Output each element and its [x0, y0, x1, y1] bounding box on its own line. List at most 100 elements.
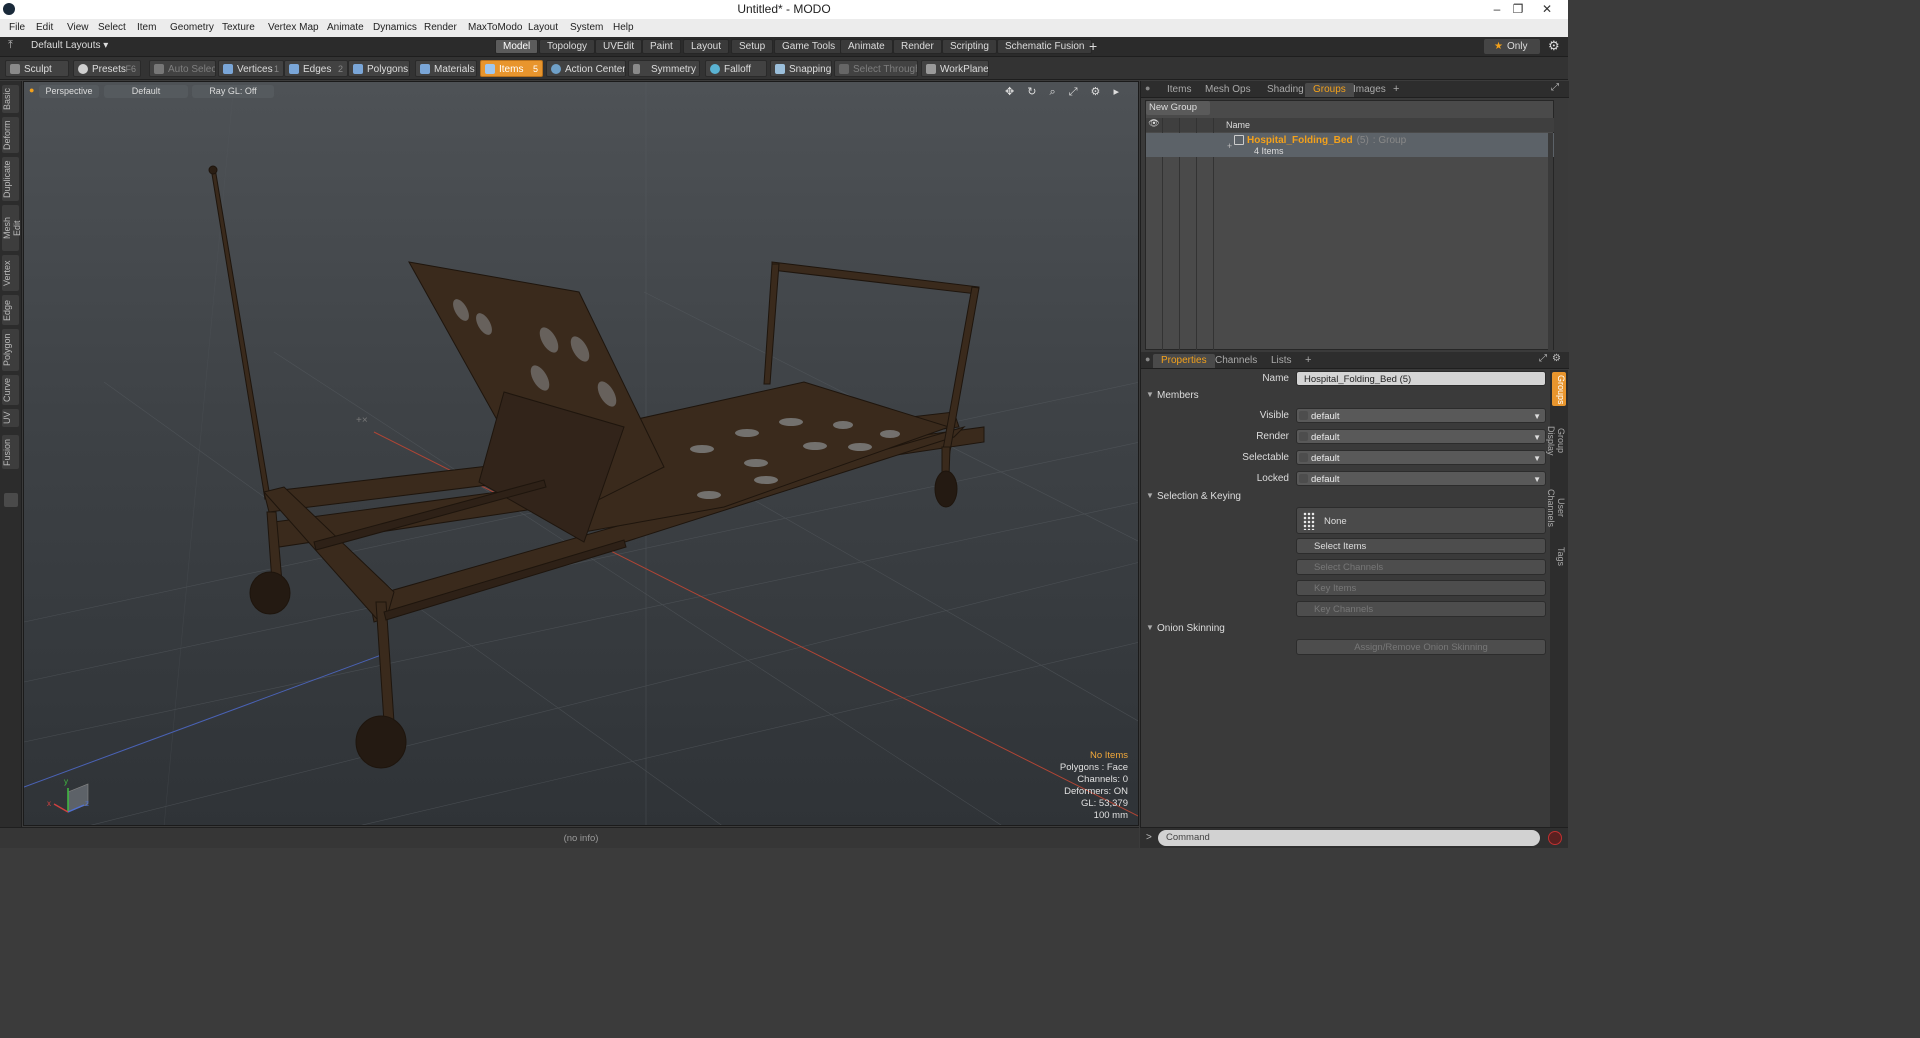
restore-button[interactable]: ❐: [1507, 1, 1529, 17]
layout-switch-icon[interactable]: ⤒: [8, 39, 13, 52]
workplane-button[interactable]: WorkPlane: [921, 60, 989, 77]
members-section[interactable]: ▼ Members: [1141, 390, 1551, 404]
tab-setup[interactable]: Setup: [731, 39, 774, 54]
key-channels-button[interactable]: Key Channels: [1296, 601, 1546, 617]
tab-scripting[interactable]: Scripting: [942, 39, 997, 54]
tab-animate[interactable]: Animate: [840, 39, 893, 54]
bottom-panel-gear-icon[interactable]: ⚙: [1552, 353, 1561, 364]
select-items-button[interactable]: Select Items: [1296, 538, 1546, 554]
menu-system[interactable]: System: [570, 22, 603, 33]
side-tab-tags[interactable]: Tags: [1552, 544, 1566, 570]
locked-dropdown[interactable]: default ▼: [1296, 471, 1546, 486]
view-mode-dropdown[interactable]: Perspective: [39, 85, 99, 98]
viewport-nav-icons[interactable]: ✥ ↻ ⌕ ⤢ ⚙ ▸: [1005, 85, 1124, 99]
shading-dropdown[interactable]: Default: [104, 85, 188, 98]
command-input[interactable]: Command: [1158, 830, 1540, 846]
select-channels-button[interactable]: Select Channels: [1296, 559, 1546, 575]
polygons-button[interactable]: Polygons: [348, 60, 410, 77]
name-input[interactable]: Hospital_Folding_Bed (5): [1296, 371, 1546, 386]
tab-shading[interactable]: Shading: [1259, 83, 1312, 97]
menu-animate[interactable]: Animate: [327, 22, 364, 33]
tab-duplicate[interactable]: Duplicate: [2, 157, 19, 201]
none-selection-button[interactable]: None: [1296, 507, 1546, 534]
snapping-button[interactable]: Snapping: [770, 60, 832, 77]
menu-edit[interactable]: Edit: [36, 22, 53, 33]
falloff-button[interactable]: Falloff: [705, 60, 767, 77]
tab-edge[interactable]: Edge: [2, 295, 19, 325]
group-row[interactable]: + Hospital_Folding_Bed (5): Group 4 Items: [1146, 133, 1554, 157]
select-through-button[interactable]: Select Through: [834, 60, 918, 77]
tab-paint[interactable]: Paint: [642, 39, 681, 54]
raygl-toggle[interactable]: Ray GL: Off: [192, 85, 274, 98]
record-macro-icon[interactable]: [1548, 831, 1562, 845]
expand-plus-icon[interactable]: +: [1227, 141, 1232, 151]
menu-item[interactable]: Item: [137, 22, 156, 33]
tab-vertex[interactable]: Vertex: [2, 255, 19, 291]
side-tab-user-channels[interactable]: User Channels: [1546, 476, 1566, 540]
tab-schematic-fusion[interactable]: Schematic Fusion: [997, 39, 1093, 54]
tab-channels[interactable]: Channels: [1207, 354, 1265, 368]
symmetry-button[interactable]: Symmetry: [628, 60, 700, 77]
menu-dynamics[interactable]: Dynamics: [373, 22, 417, 33]
tab-mesh-edit[interactable]: Mesh Edit: [2, 205, 22, 251]
tab-properties[interactable]: Properties: [1153, 354, 1215, 368]
menu-vertex-map[interactable]: Vertex Map: [268, 22, 319, 33]
tab-polygon[interactable]: Polygon: [2, 329, 19, 371]
assign-onion-skinning-button[interactable]: Assign/Remove Onion Skinning: [1296, 639, 1546, 655]
tab-topology[interactable]: Topology: [539, 39, 596, 54]
menu-select[interactable]: Select: [98, 22, 126, 33]
tab-fusion[interactable]: Fusion: [2, 435, 19, 469]
menu-view[interactable]: View: [67, 22, 89, 33]
new-group-button[interactable]: New Group: [1146, 101, 1210, 115]
side-tab-group-display[interactable]: Group Display: [1546, 410, 1566, 472]
menu-texture[interactable]: Texture: [222, 22, 255, 33]
tab-layout[interactable]: Layout: [683, 39, 730, 54]
presets-button[interactable]: Presets F6: [73, 60, 141, 77]
expand-bottom-panel-icon[interactable]: ⤢: [1539, 353, 1547, 364]
tab-basic[interactable]: Basic: [2, 85, 19, 113]
default-layouts-dropdown[interactable]: Default Layouts ▾: [31, 40, 108, 51]
tab-images[interactable]: Images: [1345, 83, 1394, 97]
selectable-dropdown[interactable]: default ▼: [1296, 450, 1546, 465]
tab-items[interactable]: Items: [1159, 83, 1199, 97]
auto-select-button[interactable]: Auto Select: [149, 60, 216, 77]
tab-game-tools[interactable]: Game Tools: [774, 39, 844, 54]
expand-panel-icon[interactable]: ⤢: [1551, 82, 1559, 93]
tab-render[interactable]: Render: [893, 39, 942, 54]
tab-lists[interactable]: Lists: [1263, 354, 1300, 368]
bottom-panel-menu-icon[interactable]: ●: [1145, 354, 1150, 364]
tab-uvedit[interactable]: UVEdit: [595, 39, 643, 54]
items-button[interactable]: Items 5: [480, 60, 543, 77]
close-button[interactable]: ✕: [1536, 1, 1558, 17]
selection-keying-section[interactable]: ▼ Selection & Keying: [1141, 491, 1551, 505]
tab-model[interactable]: Model: [495, 39, 539, 54]
panel-menu-icon[interactable]: ●: [1145, 83, 1150, 93]
sculpt-button[interactable]: Sculpt: [5, 60, 69, 77]
settings-gear-icon[interactable]: ⚙: [1548, 38, 1560, 54]
tab-uv[interactable]: UV: [2, 409, 19, 427]
3d-viewport[interactable]: +× y x z ● Perspective Default Ray GL: O…: [23, 81, 1139, 826]
menu-file[interactable]: File: [9, 22, 25, 33]
visible-dropdown[interactable]: default ▼: [1296, 408, 1546, 423]
vertices-button[interactable]: Vertices 1: [218, 60, 284, 77]
materials-button[interactable]: Materials: [415, 60, 477, 77]
tab-deform[interactable]: Deform: [2, 117, 19, 153]
add-bottom-tab-button[interactable]: +: [1305, 354, 1311, 366]
panel-toggle-button[interactable]: [4, 493, 18, 507]
menu-geometry[interactable]: Geometry: [170, 22, 214, 33]
edges-button[interactable]: Edges 2: [284, 60, 348, 77]
groups-scrollbar[interactable]: [1548, 133, 1553, 350]
menu-layout[interactable]: Layout: [528, 22, 558, 33]
menu-maxtomodo[interactable]: MaxToModo: [468, 22, 522, 33]
tab-curve[interactable]: Curve: [2, 375, 19, 405]
onion-skinning-section[interactable]: ▼ Onion Skinning: [1141, 623, 1551, 637]
render-dropdown[interactable]: default ▼: [1296, 429, 1546, 444]
tab-mesh-ops[interactable]: Mesh Ops: [1197, 83, 1259, 97]
menu-render[interactable]: Render: [424, 22, 457, 33]
add-panel-tab-button[interactable]: +: [1393, 83, 1399, 95]
side-tab-groups[interactable]: Groups: [1552, 372, 1566, 406]
action-center-button[interactable]: Action Center: [546, 60, 626, 77]
viewport-menu-icon[interactable]: ●: [29, 85, 34, 95]
menu-help[interactable]: Help: [613, 22, 634, 33]
key-items-button[interactable]: Key Items: [1296, 580, 1546, 596]
